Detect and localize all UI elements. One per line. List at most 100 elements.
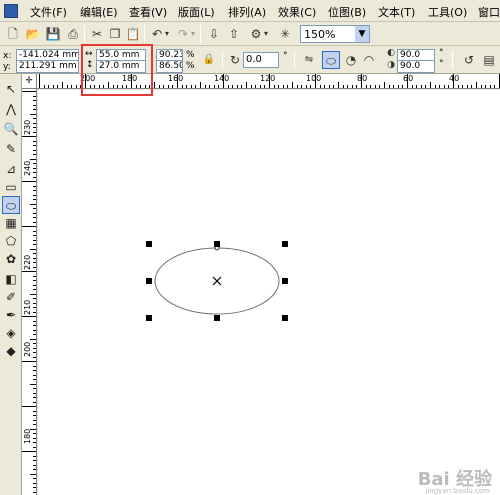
print-icon[interactable]: ⎙ <box>64 25 82 43</box>
resize-handle-right[interactable] <box>282 278 288 284</box>
resize-handle-top-left[interactable] <box>146 241 152 247</box>
ruler-tick <box>33 194 36 196</box>
ruler-tick <box>33 392 36 394</box>
outline-tool-icon[interactable]: ✒ <box>2 306 20 324</box>
rectangle-tool-icon[interactable]: ▭ <box>2 178 20 196</box>
ruler-tick <box>33 446 36 448</box>
copy-icon[interactable]: ❐ <box>106 25 124 43</box>
interactive-fill-icon[interactable]: ◧ <box>2 270 20 288</box>
ruler-top-label: 140 <box>214 74 230 83</box>
pie-mode-icon[interactable]: ◔ <box>342 51 360 69</box>
menu-bitmaps[interactable]: 位图(B) <box>328 4 366 20</box>
menu-layout[interactable]: 版面(L) <box>178 4 215 20</box>
ruler-tick <box>232 85 234 88</box>
ruler-tick <box>33 244 36 245</box>
end-angle-field[interactable]: 90.0 <box>397 60 435 73</box>
fill-tool-icon[interactable]: ◈ <box>2 324 20 342</box>
ruler-tick <box>22 136 36 137</box>
zoom-tool-icon[interactable]: 🔍 <box>2 120 20 138</box>
redo-dropdown-icon[interactable]: ▾ <box>189 25 197 43</box>
scale-height-field[interactable]: 86.50 <box>156 60 183 73</box>
rotation-degree: ° <box>283 51 288 61</box>
pick-tool-icon[interactable]: ↖ <box>2 80 20 98</box>
save-icon[interactable]: 💾 <box>44 25 62 43</box>
ruler-tick <box>361 74 362 88</box>
ruler-tick <box>30 383 36 385</box>
interactive-tool-icon[interactable]: ◆ <box>2 342 20 360</box>
direction-icon[interactable]: ↺ <box>460 51 478 69</box>
menu-edit[interactable]: 编辑(E) <box>80 4 118 20</box>
app-icon[interactable] <box>4 4 18 18</box>
menu-tools[interactable]: 工具(O) <box>428 4 467 20</box>
resize-handle-top[interactable] <box>214 241 220 247</box>
resize-handle-bottom-right[interactable] <box>282 315 288 321</box>
ruler-tick <box>163 85 165 88</box>
export-icon[interactable]: ⇧ <box>225 25 243 43</box>
ruler-tick <box>204 85 206 88</box>
ruler-tick <box>33 352 36 353</box>
y-position-field[interactable]: 211.291 mm <box>16 60 79 73</box>
ruler-origin[interactable]: ✛ <box>22 74 37 89</box>
chevron-down-icon[interactable]: ▼ <box>355 26 369 42</box>
ruler-tick <box>434 85 436 88</box>
ruler-tick <box>33 320 36 322</box>
open-icon[interactable]: 📂 <box>24 25 42 43</box>
drawing-canvas[interactable] <box>38 90 500 495</box>
ruler-left-label: 200 <box>23 341 32 357</box>
import-icon[interactable]: ⇩ <box>205 25 223 43</box>
paste-icon[interactable]: 📋 <box>124 25 142 43</box>
ruler-tick <box>33 208 36 209</box>
resize-handle-bottom-left[interactable] <box>146 315 152 321</box>
launcher-dropdown-icon[interactable]: ▾ <box>262 25 270 43</box>
ellipse-tool-icon[interactable]: ⬭ <box>2 196 20 214</box>
lock-ratio-icon[interactable]: 🔒 <box>200 51 218 69</box>
eyedropper-icon[interactable]: ✐ <box>2 288 20 306</box>
ruler-tick <box>296 85 298 88</box>
undo-dropdown-icon[interactable]: ▾ <box>163 25 171 43</box>
ruler-left-label: 210 <box>23 299 32 315</box>
graph-paper-icon[interactable]: ▦ <box>2 214 20 232</box>
ruler-tick <box>33 176 36 178</box>
freehand-tool-icon[interactable]: ✎ <box>2 140 20 158</box>
mirror-icon[interactable]: ⇋ <box>300 51 318 69</box>
menu-arrange[interactable]: 排列(A) <box>228 4 266 20</box>
menu-effects[interactable]: 效果(C) <box>278 4 316 20</box>
shape-tool-icon[interactable]: ⋀ <box>2 100 20 118</box>
rotation-angle-field[interactable]: 0.0 <box>243 52 279 68</box>
ruler-tick <box>177 74 178 88</box>
menu-view[interactable]: 查看(V) <box>129 4 167 20</box>
arc-mode-icon[interactable]: ◠ <box>360 51 378 69</box>
ruler-top-label: 160 <box>168 74 184 83</box>
resize-handle-left[interactable] <box>146 278 152 284</box>
ruler-tick <box>33 460 36 461</box>
ruler-tick <box>365 85 367 88</box>
ruler-tick <box>439 85 441 88</box>
ruler-tick <box>287 85 289 88</box>
rotate-icon: ↻ <box>229 53 241 67</box>
ruler-tick <box>33 433 36 434</box>
basic-shapes-icon[interactable]: ⬠ <box>2 232 20 250</box>
cut-icon[interactable]: ✂ <box>88 25 106 43</box>
ruler-tick <box>33 172 36 173</box>
new-icon[interactable]: 🗋 <box>4 25 22 43</box>
text-tool-icon[interactable]: ✿ <box>2 250 20 268</box>
ruler-tick <box>75 85 77 88</box>
zoom-level-select[interactable]: 150% ▼ <box>300 25 370 43</box>
ruler-tick <box>33 221 36 223</box>
standard-toolbar: 🗋 📂 💾 ⎙ ✂ ❐ 📋 ↶ ▾ ↷ ▾ ⇩ ⇧ ⚙ ▾ ✳ 150% ▼ <box>0 22 500 46</box>
ruler-tick <box>402 85 404 88</box>
ruler-tick <box>181 85 183 88</box>
wrap-text-icon[interactable]: ▤ <box>480 51 498 69</box>
corel-online-icon[interactable]: ✳ <box>276 25 294 43</box>
resize-handle-top-right[interactable] <box>282 241 288 247</box>
ellipse-mode-icon[interactable]: ⬭ <box>322 51 340 69</box>
menu-file[interactable]: 文件(F) <box>30 4 67 20</box>
ruler-tick <box>33 370 36 371</box>
menu-text[interactable]: 文本(T) <box>378 4 415 20</box>
smart-drawing-icon[interactable]: ⊿ <box>2 160 20 178</box>
menu-window[interactable]: 窗口 <box>478 4 500 20</box>
ruler-tick <box>33 302 36 304</box>
ruler-tick <box>328 85 330 88</box>
ruler-tick <box>264 85 266 88</box>
resize-handle-bottom[interactable] <box>214 315 220 321</box>
